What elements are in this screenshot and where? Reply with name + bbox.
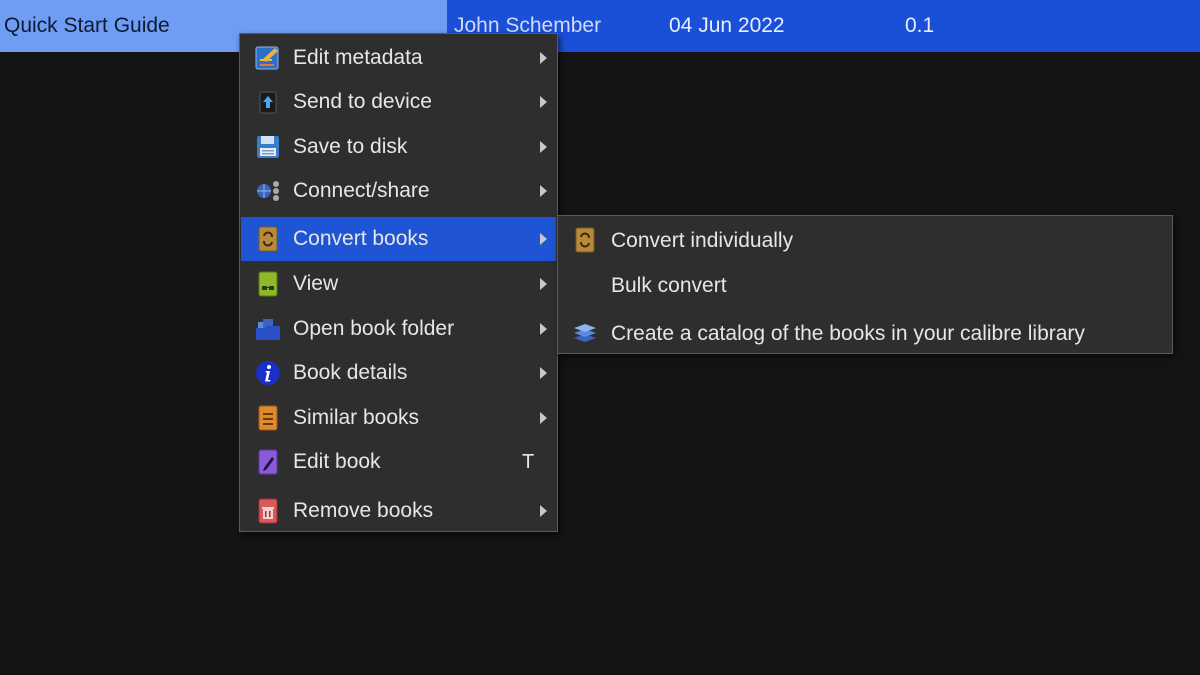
- folder-icon: [255, 316, 281, 342]
- edit-metadata-icon: [255, 45, 281, 71]
- edit-book-icon: [255, 449, 281, 475]
- menu-item-label: Edit book: [293, 450, 381, 473]
- send-to-device-icon: [255, 89, 281, 115]
- submenu-item-convert-individually[interactable]: Convert individually: [559, 218, 1171, 262]
- menu-item-remove-books[interactable]: Remove books: [241, 489, 556, 533]
- menu-item-label: View: [293, 272, 339, 295]
- submenu-arrow-icon: [540, 278, 547, 290]
- context-menu: Edit metadata Send to device Save to dis…: [239, 33, 558, 532]
- convert-books-submenu: Convert individually Bulk convert Create…: [557, 215, 1173, 354]
- connect-share-icon: [255, 178, 281, 204]
- submenu-arrow-icon: [540, 412, 547, 424]
- menu-item-label: Similar books: [293, 406, 420, 429]
- menu-item-connect-share[interactable]: Connect/share: [241, 169, 556, 213]
- menu-item-label: Send to device: [293, 90, 432, 113]
- menu-item-label: Open book folder: [293, 317, 455, 340]
- submenu-item-label: Create a catalog of the books in your ca…: [611, 322, 1085, 345]
- menu-item-save-to-disk[interactable]: Save to disk: [241, 125, 556, 169]
- submenu-item-bulk-convert[interactable]: Bulk convert: [559, 263, 1171, 307]
- menu-item-open-book-folder[interactable]: Open book folder: [241, 307, 556, 351]
- menu-item-book-details[interactable]: Book details: [241, 351, 556, 395]
- menu-item-label: Book details: [293, 361, 408, 384]
- menu-item-edit-metadata[interactable]: Edit metadata: [241, 36, 556, 80]
- menu-item-edit-book[interactable]: Edit book T: [241, 440, 556, 484]
- menu-item-send-to-device[interactable]: Send to device: [241, 80, 556, 124]
- info-icon: [255, 360, 281, 386]
- submenu-arrow-icon: [540, 141, 547, 153]
- book-date: 04 Jun 2022: [669, 14, 785, 37]
- menu-item-view[interactable]: View: [241, 262, 556, 306]
- submenu-arrow-icon: [540, 505, 547, 517]
- menu-item-label: Edit metadata: [293, 46, 423, 69]
- menu-item-convert-books[interactable]: Convert books: [241, 217, 556, 261]
- menu-item-label: Connect/share: [293, 179, 430, 202]
- menu-item-label: Remove books: [293, 499, 434, 522]
- menu-item-label: Save to disk: [293, 135, 408, 158]
- submenu-arrow-icon: [540, 367, 547, 379]
- view-icon: [255, 271, 281, 297]
- convert-individually-icon: [572, 227, 598, 253]
- submenu-arrow-icon: [540, 233, 547, 245]
- submenu-item-label: Convert individually: [611, 229, 794, 252]
- book-size: 0.1: [905, 14, 935, 37]
- menu-item-similar-books[interactable]: Similar books: [241, 396, 556, 440]
- book-list-row[interactable]: Quick Start Guide John Schember 04 Jun 2…: [0, 0, 1200, 52]
- submenu-item-label: Bulk convert: [611, 274, 727, 297]
- catalog-icon: [572, 320, 598, 346]
- similar-books-icon: [255, 405, 281, 431]
- submenu-arrow-icon: [540, 96, 547, 108]
- remove-books-icon: [255, 498, 281, 524]
- submenu-arrow-icon: [540, 52, 547, 64]
- convert-books-icon: [255, 226, 281, 252]
- submenu-arrow-icon: [540, 323, 547, 335]
- book-title: Quick Start Guide: [4, 14, 170, 37]
- menu-item-label: Convert books: [293, 227, 429, 250]
- submenu-arrow-icon: [540, 185, 547, 197]
- shortcut-key: T: [522, 450, 535, 473]
- save-disk-icon: [255, 134, 281, 160]
- submenu-item-create-catalog[interactable]: Create a catalog of the books in your ca…: [559, 311, 1171, 355]
